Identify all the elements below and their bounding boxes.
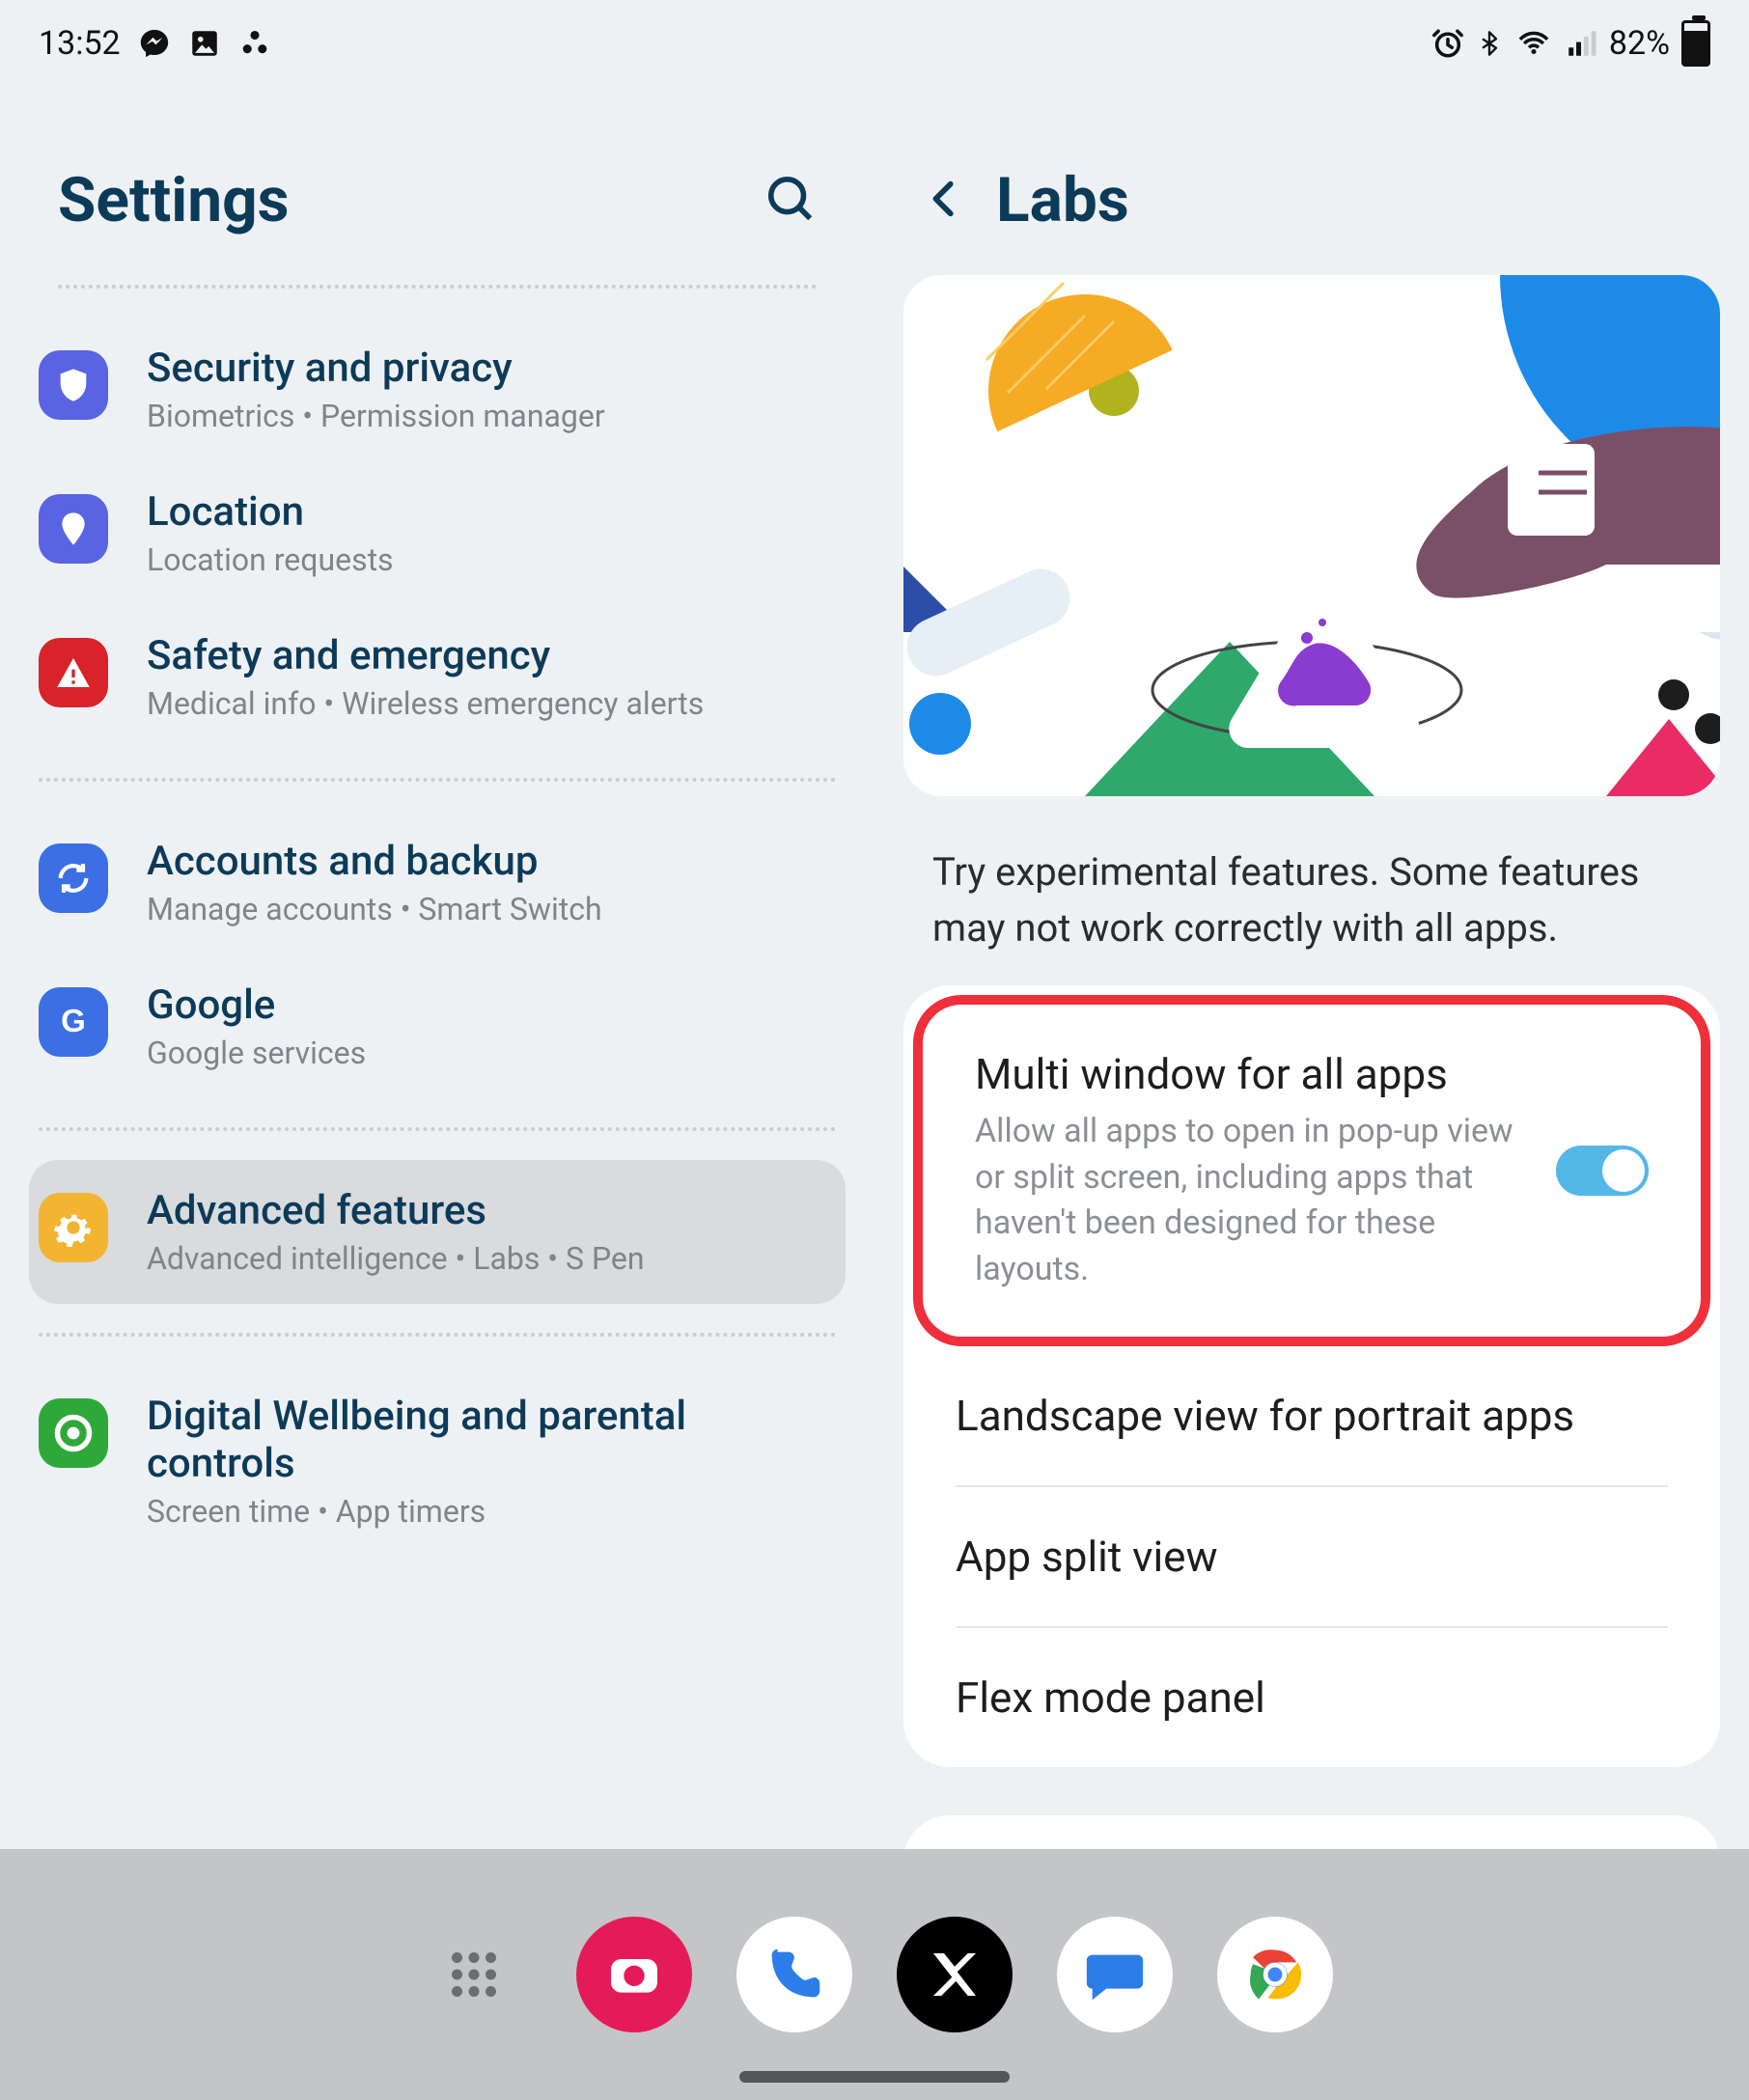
messages-app-icon[interactable] — [1057, 1917, 1173, 2032]
settings-title: Settings — [58, 164, 290, 236]
item-accounts[interactable]: Accounts and backup Manage accounts • Sm… — [29, 811, 846, 954]
item-location[interactable]: Location Location requests — [29, 461, 846, 605]
settings-pane: Settings Security and privacy Biometrics… — [0, 87, 874, 1849]
pin-icon — [39, 494, 108, 564]
row-title: Landscape view for portrait apps — [956, 1391, 1574, 1441]
item-sub: Advanced intelligence • Labs • S Pen — [147, 1240, 645, 1277]
alarm-icon — [1431, 27, 1464, 60]
item-sub: Screen time • App timers — [147, 1493, 836, 1530]
app-drawer-icon[interactable] — [416, 1917, 532, 2032]
labs-description: Try experimental features. Some features… — [903, 796, 1720, 985]
row-multi-window[interactable]: Multi window for all apps Allow all apps… — [923, 1005, 1701, 1337]
row-flex-mode[interactable]: Flex mode panel — [956, 1626, 1668, 1767]
item-wellbeing[interactable]: Digital Wellbeing and parental controls … — [29, 1366, 846, 1557]
item-title: Security and privacy — [147, 345, 605, 392]
search-icon[interactable] — [764, 173, 817, 229]
item-google[interactable]: G Google Google services — [29, 954, 846, 1098]
status-time: 13:52 — [39, 24, 121, 63]
battery-icon — [1681, 20, 1710, 67]
item-title: Safety and emergency — [147, 632, 704, 679]
home-indicator[interactable] — [739, 2071, 1010, 2083]
gallery-icon — [188, 27, 221, 60]
row-landscape[interactable]: Landscape view for portrait apps — [903, 1346, 1720, 1485]
row-title: App split view — [956, 1532, 1218, 1582]
chrome-app-icon[interactable] — [1217, 1917, 1333, 2032]
item-sub: Medical info • Wireless emergency alerts — [147, 685, 704, 722]
dock-bar — [0, 1849, 1749, 2100]
labs-illustration — [903, 275, 1720, 796]
row-title: Flex mode panel — [956, 1672, 1265, 1723]
bluetooth-icon — [1476, 27, 1503, 60]
item-safety[interactable]: Safety and emergency Medical info • Wire… — [29, 605, 846, 749]
dots-icon — [238, 27, 271, 60]
x-app-icon[interactable] — [897, 1917, 1013, 2032]
item-sub: Location requests — [147, 541, 394, 578]
status-bar: 13:52 82% — [0, 0, 1749, 87]
battery-percent: 82% — [1609, 24, 1670, 63]
item-sub: Biometrics • Permission manager — [147, 398, 605, 434]
item-title: Accounts and backup — [147, 838, 602, 885]
back-button[interactable] — [923, 177, 967, 225]
item-title: Location — [147, 488, 394, 536]
item-advanced-features[interactable]: Advanced features Advanced intelligence … — [29, 1160, 846, 1304]
gear-icon — [39, 1193, 108, 1262]
highlight-annotation: Multi window for all apps Allow all apps… — [913, 995, 1710, 1346]
row-split-view[interactable]: App split view — [956, 1485, 1668, 1626]
row-title: Multi window for all apps — [975, 1049, 1527, 1099]
phone-app-icon[interactable] — [736, 1917, 852, 2032]
alert-icon — [39, 638, 108, 707]
item-security[interactable]: Security and privacy Biometrics • Permis… — [29, 318, 846, 461]
messenger-icon — [138, 27, 171, 60]
item-title: Advanced features — [147, 1187, 645, 1234]
camera-app-icon[interactable] — [576, 1917, 692, 2032]
labs-title: Labs — [996, 164, 1129, 236]
google-icon: G — [39, 987, 108, 1057]
item-sub: Google services — [147, 1035, 366, 1071]
toggle-multi-window[interactable] — [1556, 1146, 1649, 1196]
sync-icon — [39, 843, 108, 913]
wellbeing-icon — [39, 1398, 108, 1468]
labs-group-1: Multi window for all apps Allow all apps… — [903, 985, 1720, 1767]
item-title: Digital Wellbeing and parental controls — [147, 1393, 836, 1487]
item-sub: Manage accounts • Smart Switch — [147, 891, 602, 927]
signal-icon — [1565, 27, 1597, 60]
wifi-icon — [1514, 27, 1553, 60]
item-title: Google — [147, 981, 366, 1029]
labs-pane: Labs — [874, 87, 1749, 1849]
svg-text:G: G — [61, 1003, 86, 1038]
shield-icon — [39, 350, 108, 420]
row-sub: Allow all apps to open in pop-up view or… — [975, 1109, 1527, 1292]
